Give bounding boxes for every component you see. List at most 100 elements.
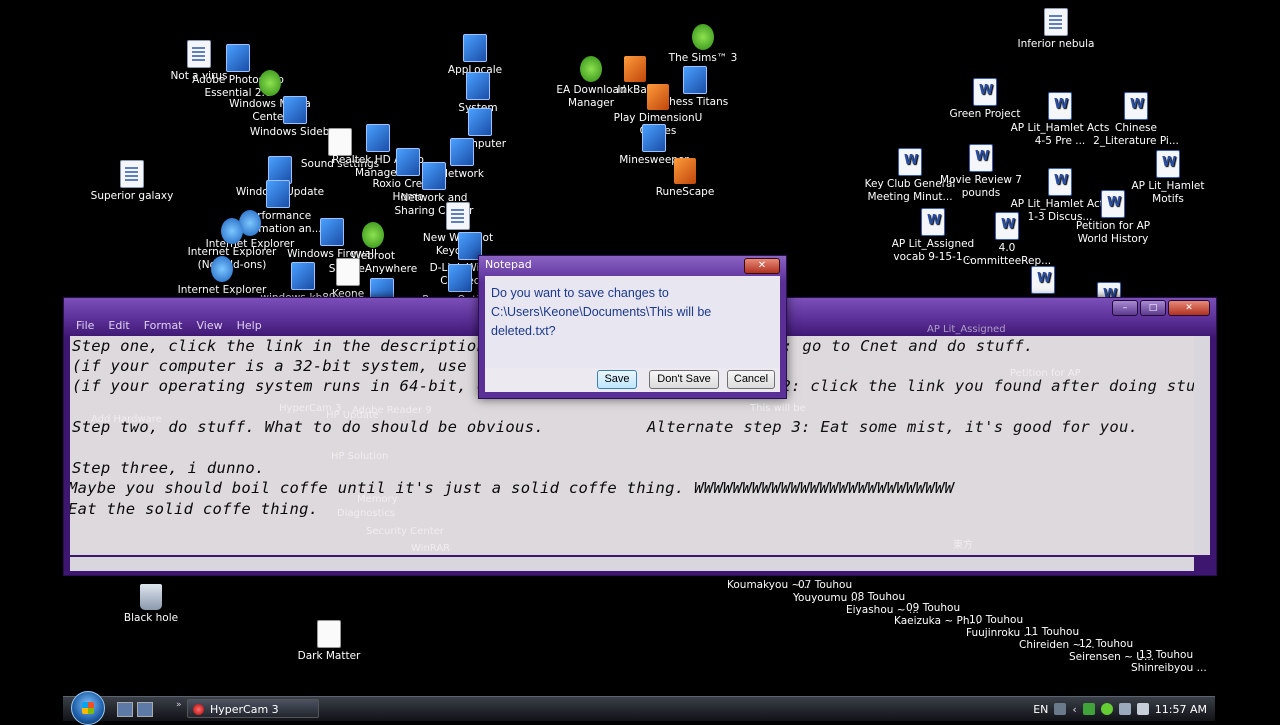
touhou-shortcut-label[interactable]: 12 Touhou (1079, 638, 1133, 651)
cancel-button[interactable]: Cancel (727, 370, 775, 389)
clock[interactable]: 11:57 AM (1155, 703, 1207, 716)
menu-edit[interactable]: Edit (108, 319, 129, 335)
close-button[interactable]: ✕ (1168, 300, 1210, 316)
app-file-icon (266, 180, 290, 208)
keyboard-icon[interactable] (1054, 703, 1067, 715)
background-icon-label: Security Center (366, 526, 444, 537)
app-file-icon (463, 34, 487, 62)
desktop-icon-label: Black hole (123, 612, 179, 624)
touhou-shortcut-label[interactable]: 09 Touhou (906, 602, 960, 615)
desktop-icon[interactable]: Superior galaxy (82, 160, 182, 203)
desktop-icon-label: Inferior nebula (1017, 38, 1095, 50)
text-line: Step three, i dunno. (72, 459, 265, 477)
desktop-icon-label: Superior galaxy (90, 190, 174, 202)
dialog-close-icon[interactable]: ✕ (744, 258, 780, 274)
doc-file-icon (1044, 8, 1068, 36)
menu-help[interactable]: Help (237, 319, 262, 335)
text-line: Eat the solid coffe thing. (70, 500, 319, 518)
touhou-shortcut-label[interactable]: 08 Touhou (851, 591, 905, 604)
quick-launch-more-icon[interactable]: » (176, 700, 182, 710)
app-file-icon (422, 162, 446, 190)
minimize-button[interactable]: – (1112, 300, 1138, 316)
desktop-icon[interactable]: AppLocale (425, 34, 525, 77)
desktop-icon[interactable]: Black hole (101, 584, 201, 625)
word-file-icon (1156, 150, 1180, 178)
app-file-icon (468, 108, 492, 136)
orange-file-icon (647, 84, 669, 110)
menu-bar: File Edit Format View Help (70, 319, 262, 335)
app-file-icon (466, 72, 490, 100)
menu-file[interactable]: File (76, 319, 94, 335)
desktop-icon[interactable]: RuneScape (635, 158, 735, 199)
touhou-shortcut-label[interactable]: 10 Touhou (969, 614, 1023, 627)
vertical-scrollbar[interactable] (1194, 336, 1210, 555)
green-file-icon (259, 70, 281, 96)
word-file-icon (973, 78, 997, 106)
word-file-icon (1101, 190, 1125, 218)
orange-file-icon (624, 56, 646, 82)
window-controls: – □ ✕ (1112, 300, 1210, 316)
background-icon-label: AP Lit_Assigned (927, 324, 1006, 335)
doc-file-icon (446, 202, 470, 230)
save-button[interactable]: Save (597, 370, 637, 389)
touhou-shortcut-label[interactable]: 11 Touhou (1025, 626, 1079, 639)
background-icon-label: Memory (357, 494, 398, 505)
app-file-icon (226, 44, 250, 72)
green-file-icon (692, 24, 714, 50)
background-icon-label: Petition for AP (1010, 368, 1081, 379)
maximize-button[interactable]: □ (1140, 300, 1166, 316)
switch-windows-icon[interactable] (137, 702, 153, 717)
background-icon-label: Diagnostics (337, 508, 396, 519)
background-icon-label: WinRAR (411, 543, 451, 554)
volume-icon[interactable] (1136, 703, 1149, 715)
word-file-icon (1031, 266, 1055, 294)
dialog-button-row: Save Don't Save Cancel (485, 368, 780, 392)
desktop-icon[interactable]: Inferior nebula (1006, 8, 1106, 51)
desktop-icon-label: RuneScape (655, 186, 715, 198)
background-icon-label: HP Update (326, 410, 379, 421)
tray-expand-icon[interactable]: ‹ (1072, 703, 1076, 716)
word-file-icon (1048, 92, 1072, 120)
show-desktop-icon[interactable] (117, 702, 133, 717)
ie-file-icon (211, 256, 233, 282)
dialog-title: Notepad (485, 258, 532, 271)
desktop-icon[interactable]: 4.0 CommitteeRep... (957, 212, 1057, 268)
touhou-shortcut-label[interactable]: Shinreibyou ... (1131, 662, 1207, 675)
background-icon-label: This will be (750, 403, 806, 414)
word-file-icon (995, 212, 1019, 240)
plain-file-icon (317, 620, 341, 648)
desktop-icon[interactable]: Chinese 2_Literature Pi... (1086, 92, 1186, 148)
dialog-message: Do you want to save changes to C:\Users\… (491, 286, 712, 338)
signal-icon[interactable] (1082, 703, 1095, 715)
webroot-icon[interactable] (1100, 703, 1113, 715)
menu-view[interactable]: View (197, 319, 223, 335)
desktop-icon-label: Chinese 2_Literature Pi... (1093, 122, 1179, 147)
app-file-icon (642, 124, 666, 152)
system-tray: EN ‹ 11:57 AM (1033, 697, 1207, 721)
word-file-icon (1124, 92, 1148, 120)
dont-save-button[interactable]: Don't Save (649, 370, 719, 389)
touhou-shortcut-label[interactable]: 07 Touhou (798, 579, 852, 592)
taskbar-item-hypercam[interactable]: HyperCam 3 (187, 699, 319, 718)
desktop-icon[interactable]: Petition for AP World History (1063, 190, 1163, 246)
taskbar: » HyperCam 3 EN ‹ 11:57 AM (63, 691, 1215, 725)
background-icon-label: HP Solution (331, 451, 389, 462)
green-file-icon (362, 222, 384, 248)
text-line: Maybe you should boil coffe until it's j… (70, 479, 955, 497)
text-line: Alternate step 3: Eat some mist, it's go… (647, 418, 1139, 436)
app-file-icon (283, 96, 307, 124)
touhou-shortcut-label[interactable]: 13 Touhou (1139, 649, 1193, 662)
menu-format[interactable]: Format (144, 319, 183, 335)
dialog-body: Do you want to save changes to C:\Users\… (485, 276, 780, 392)
word-file-icon (969, 144, 993, 172)
network-icon[interactable] (1118, 703, 1131, 715)
desktop-icon[interactable]: Dark Matter (279, 620, 379, 663)
desktop-icon-label: Dark Matter (297, 650, 361, 662)
background-icon-label: 東方 (953, 540, 973, 551)
save-changes-dialog[interactable]: Notepad ✕ Do you want to save changes to… (478, 255, 787, 399)
horizontal-scrollbar[interactable] (70, 557, 1194, 571)
background-icon-label: Add Hardware (91, 414, 162, 425)
desktop-icon[interactable]: The Sims™ 3 (653, 24, 753, 65)
language-indicator[interactable]: EN (1033, 703, 1048, 716)
text-line: Step one, click the link in the descript… (72, 337, 496, 355)
